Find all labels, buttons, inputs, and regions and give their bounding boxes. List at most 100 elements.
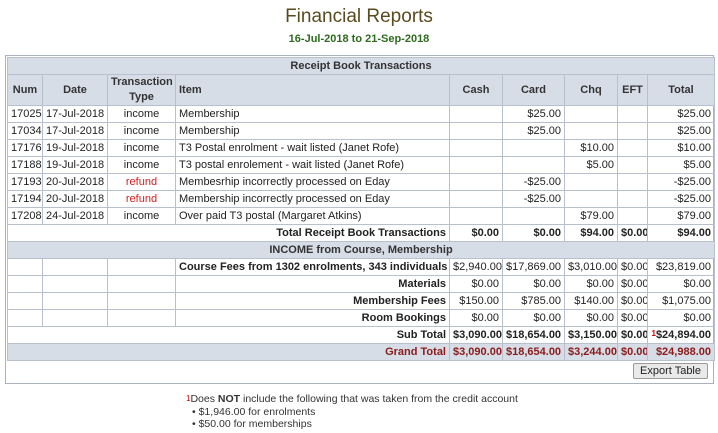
cell-eft: [617, 122, 648, 140]
cell-item: T3 postal enrolement - wait listed (Jane…: [175, 156, 450, 174]
footnote-text-bold: NOT: [217, 393, 241, 405]
footnote-marker: 1: [651, 328, 656, 338]
cell-cash: [449, 105, 503, 123]
col-header-total[interactable]: Total: [647, 74, 715, 106]
cell-cash: [449, 139, 503, 157]
cell-item: Over paid T3 postal (Margaret Atkins): [175, 207, 450, 225]
cell-type: income: [107, 207, 176, 225]
page-title: Financial Reports: [285, 6, 433, 27]
grand-total-row: Grand Total $3,090.00 $18,654.00 $3,244.…: [7, 343, 715, 361]
receipts-section-title: Receipt Book Transactions: [7, 57, 715, 75]
income-label: Membership Fees: [175, 292, 450, 310]
income-row: Membership Fees $150.00 $785.00 $140.00 …: [7, 292, 715, 310]
cell-card: $25.00: [502, 122, 565, 140]
income-label: Materials: [175, 275, 450, 293]
footnote-text-before: Does: [190, 393, 218, 405]
subtotal-chq: $3,150.00: [564, 326, 618, 344]
cell-total: $79.00: [647, 207, 715, 225]
table-row: 17188 19-Jul-2018 income T3 postal enrol…: [7, 156, 715, 174]
cell-num: 17188: [7, 156, 43, 174]
income-total: $1,075.00: [647, 292, 715, 310]
cell-date: 24-Jul-2018: [42, 207, 108, 225]
export-table-button[interactable]: Export Table: [633, 363, 708, 379]
cell-date: 19-Jul-2018: [42, 139, 108, 157]
col-header-item[interactable]: Item: [175, 74, 450, 106]
cell-type: refund: [107, 173, 176, 191]
cell-card: -$25.00: [502, 173, 565, 191]
col-header-num[interactable]: Num: [7, 74, 43, 106]
cell-chq: $79.00: [564, 207, 618, 225]
subtotal-card: $18,654.00: [502, 326, 565, 344]
cell-chq: [564, 122, 618, 140]
cell-num: 17034: [7, 122, 43, 140]
income-cash: $0.00: [449, 275, 503, 293]
cell-num: 17208: [7, 207, 43, 225]
income-label: Room Bookings: [175, 309, 450, 327]
income-card: $17,869.00: [502, 258, 565, 276]
cell-card: -$25.00: [502, 190, 565, 208]
grand-total-label: Grand Total: [7, 343, 450, 361]
cell-date: 17-Jul-2018: [42, 122, 108, 140]
income-card: $0.00: [502, 275, 565, 293]
income-cash: $0.00: [449, 309, 503, 327]
cell-total: $25.00: [647, 122, 715, 140]
income-label: Course Fees from 1302 enrolments, 343 in…: [175, 258, 450, 276]
income-chq: $0.00: [564, 309, 618, 327]
cell-num: 17194: [7, 190, 43, 208]
col-header-type[interactable]: Transaction Type: [107, 74, 176, 106]
grand-total-cash: $3,090.00: [449, 343, 503, 361]
income-chq: $0.00: [564, 275, 618, 293]
cell-type: income: [107, 139, 176, 157]
receipts-total-eft: $0.00: [617, 224, 648, 242]
table-header-row: Num Date Transaction Type Item Cash Card…: [7, 74, 715, 106]
cell-type: income: [107, 105, 176, 123]
subtotal-row: Sub Total $3,090.00 $18,654.00 $3,150.00…: [7, 326, 715, 344]
cell-card: [502, 207, 565, 225]
cell-chq: $10.00: [564, 139, 618, 157]
income-eft: $0.00: [617, 309, 648, 327]
col-header-date[interactable]: Date: [42, 74, 108, 106]
cell-num: 17193: [7, 173, 43, 191]
cell-date: 20-Jul-2018: [42, 173, 108, 191]
grand-total-chq: $3,244.00: [564, 343, 618, 361]
cell-date: 19-Jul-2018: [42, 156, 108, 174]
subtotal-cash: $3,090.00: [449, 326, 503, 344]
cell-type: income: [107, 122, 176, 140]
grand-total-eft: $0.00: [617, 343, 648, 361]
income-total: $0.00: [647, 309, 715, 327]
financial-table: Receipt Book Transactions Num Date Trans…: [7, 57, 715, 361]
receipts-total-row: Total Receipt Book Transactions $0.00 $0…: [7, 224, 715, 242]
cell-cash: [449, 122, 503, 140]
col-header-cash[interactable]: Cash: [449, 74, 503, 106]
cell-total: $10.00: [647, 139, 715, 157]
col-header-chq[interactable]: Chq: [564, 74, 618, 106]
cell-eft: [617, 173, 648, 191]
income-row: Course Fees from 1302 enrolments, 343 in…: [7, 258, 715, 276]
footnote-text-after: include the following that was taken fro…: [240, 393, 518, 405]
col-header-card[interactable]: Card: [502, 74, 565, 106]
subtotal-total-value: $24,894.00: [655, 328, 711, 341]
cell-eft: [617, 190, 648, 208]
cell-chq: [564, 190, 618, 208]
income-chq: $140.00: [564, 292, 618, 310]
receipts-section-header: Receipt Book Transactions: [7, 57, 715, 75]
cell-cash: [449, 190, 503, 208]
cell-card: $25.00: [502, 105, 565, 123]
date-range: 16-Jul-2018 to 21-Sep-2018: [288, 33, 430, 45]
cell-eft: [617, 139, 648, 157]
income-card: $0.00: [502, 309, 565, 327]
cell-total: -$25.00: [647, 190, 715, 208]
report-panel: Receipt Book Transactions Num Date Trans…: [5, 55, 715, 384]
col-header-eft[interactable]: EFT: [617, 74, 648, 106]
cell-card: [502, 139, 565, 157]
footnote-item: $50.00 for memberships: [192, 418, 518, 431]
income-total: $0.00: [647, 275, 715, 293]
cell-item: Membesrhip incorrectly processed on Eday: [175, 173, 450, 191]
income-eft: $0.00: [617, 275, 648, 293]
cell-type: refund: [107, 190, 176, 208]
cell-total: $5.00: [647, 156, 715, 174]
income-eft: $0.00: [617, 292, 648, 310]
receipts-total-total: $94.00: [647, 224, 715, 242]
cell-eft: [617, 207, 648, 225]
income-cash: $150.00: [449, 292, 503, 310]
